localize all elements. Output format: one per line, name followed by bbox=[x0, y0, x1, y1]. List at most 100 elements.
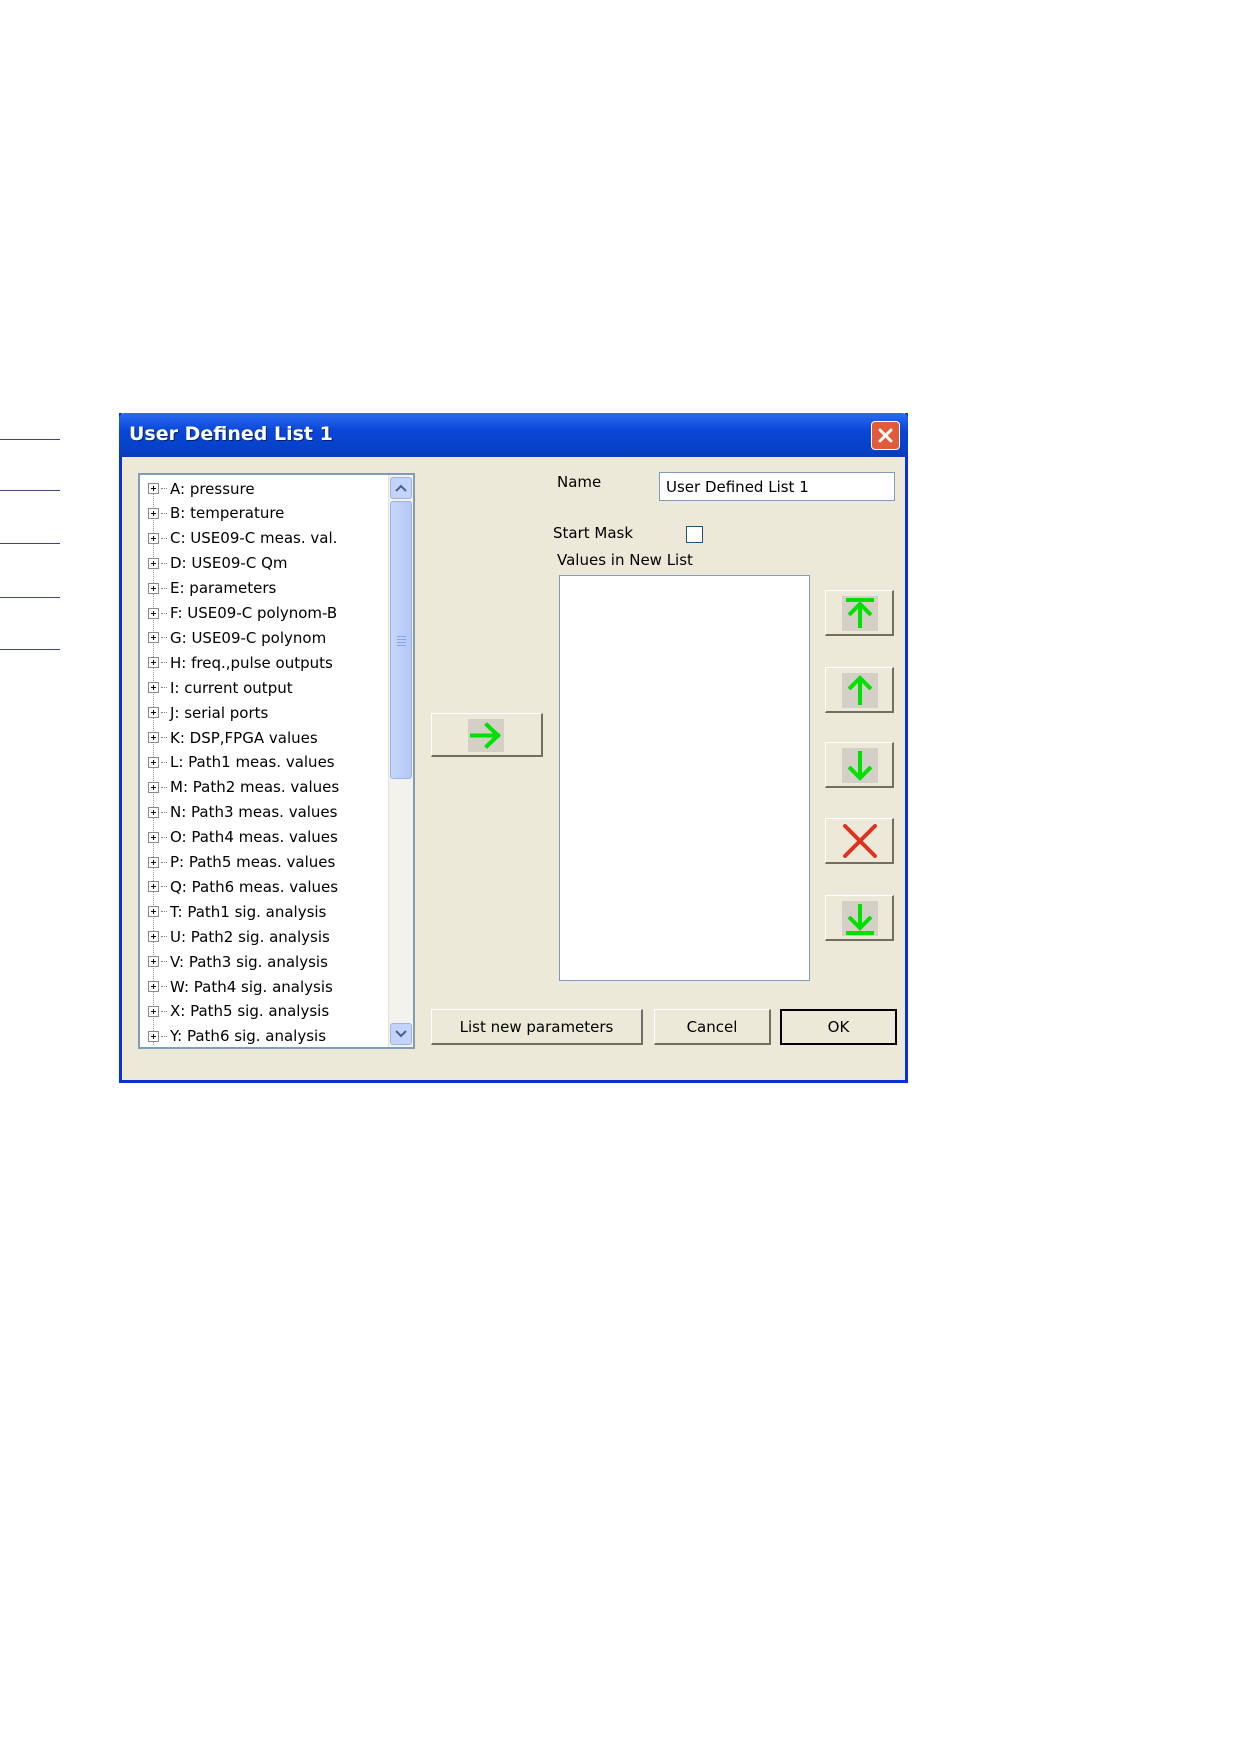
tree-item[interactable]: Y: Path6 sig. analysis bbox=[148, 1024, 326, 1047]
tree-connector bbox=[161, 662, 167, 664]
arrow-down-to-bottom-icon bbox=[846, 904, 874, 935]
expand-plus-icon[interactable] bbox=[148, 532, 159, 544]
tree-item-label: O: Path4 meas. values bbox=[170, 828, 338, 847]
expand-plus-icon[interactable] bbox=[148, 1005, 159, 1017]
tree-item-label: C: USE09-C meas. val. bbox=[170, 529, 338, 548]
tree-connector bbox=[161, 587, 167, 589]
scroll-down-button[interactable] bbox=[390, 1023, 412, 1045]
move-to-bottom-button[interactable] bbox=[825, 895, 894, 941]
move-down-button[interactable] bbox=[825, 742, 894, 788]
tree-item[interactable]: M: Path2 meas. values bbox=[148, 775, 339, 800]
tree-item[interactable]: B: temperature bbox=[148, 501, 284, 526]
tree-connector bbox=[161, 737, 167, 738]
expand-plus-icon[interactable] bbox=[148, 931, 159, 943]
tree-item[interactable]: O: Path4 meas. values bbox=[148, 825, 338, 850]
expand-plus-icon[interactable] bbox=[148, 881, 159, 893]
tree-item[interactable]: D: USE09-C Qm bbox=[148, 551, 288, 576]
values-in-new-list-label: Values in New List bbox=[557, 551, 693, 569]
arrow-right-icon bbox=[470, 722, 501, 749]
delete-button[interactable] bbox=[825, 818, 894, 864]
tree-item[interactable]: K: DSP,FPGA values bbox=[148, 725, 318, 750]
expand-plus-icon[interactable] bbox=[148, 707, 159, 719]
tree-item-label: A: pressure bbox=[170, 479, 255, 498]
tree-connector bbox=[161, 562, 167, 564]
tree-connector bbox=[161, 1035, 167, 1037]
tree-item[interactable]: H: freq.,pulse outputs bbox=[148, 650, 333, 675]
expand-plus-icon[interactable] bbox=[148, 906, 159, 918]
expand-plus-icon[interactable] bbox=[148, 781, 159, 793]
tree-item-label: H: freq.,pulse outputs bbox=[170, 653, 333, 672]
expand-plus-icon[interactable] bbox=[148, 756, 159, 768]
values-in-new-list[interactable] bbox=[559, 575, 810, 981]
expand-plus-icon[interactable] bbox=[148, 557, 159, 569]
tree-item-label: I: current output bbox=[170, 678, 293, 697]
tree-item[interactable]: U: Path2 sig. analysis bbox=[148, 924, 330, 949]
expand-plus-icon[interactable] bbox=[148, 732, 159, 743]
tree-item-label: T: Path1 sig. analysis bbox=[170, 902, 327, 921]
move-up-button[interactable] bbox=[825, 667, 894, 713]
title-bar[interactable]: User Defined List 1 bbox=[119, 413, 908, 457]
list-new-parameters-button[interactable]: List new parameters bbox=[431, 1009, 643, 1045]
expand-plus-icon[interactable] bbox=[148, 483, 159, 494]
tree-connector bbox=[161, 761, 167, 763]
tree-item[interactable]: C: USE09-C meas. val. bbox=[148, 526, 337, 551]
scroll-up-button[interactable] bbox=[390, 477, 412, 499]
tree-item-label: X: Path5 sig. analysis bbox=[170, 1002, 330, 1021]
expand-plus-icon[interactable] bbox=[148, 507, 159, 519]
expand-plus-icon[interactable] bbox=[148, 682, 159, 694]
ok-button[interactable]: OK bbox=[780, 1009, 897, 1045]
tree-connector bbox=[161, 861, 167, 863]
expand-plus-icon[interactable] bbox=[148, 806, 159, 818]
tree-item[interactable]: V: Path3 sig. analysis bbox=[148, 949, 328, 974]
tree-item-label: M: Path2 meas. values bbox=[170, 778, 340, 797]
tree-connector bbox=[161, 687, 167, 689]
parameter-tree[interactable]: A: pressure B: temperature C: USE09-C meas… bbox=[138, 473, 415, 1049]
expand-plus-icon[interactable] bbox=[148, 657, 159, 669]
scroll-thumb[interactable] bbox=[390, 501, 412, 779]
expand-plus-icon[interactable] bbox=[148, 831, 159, 843]
tree-item[interactable]: P: Path5 meas. values bbox=[148, 850, 335, 875]
expand-plus-icon[interactable] bbox=[148, 981, 159, 992]
name-label: Name bbox=[557, 473, 602, 491]
expand-plus-icon[interactable] bbox=[148, 607, 159, 619]
tree-scrollbar[interactable] bbox=[388, 475, 413, 1047]
tree-item-label: E: parameters bbox=[170, 579, 277, 598]
tree-item[interactable]: Q: Path6 meas. values bbox=[148, 874, 338, 899]
tree-item[interactable]: L: Path1 meas. values bbox=[148, 750, 335, 775]
close-button[interactable] bbox=[871, 421, 900, 450]
tree-item-label: Q: Path6 meas. values bbox=[170, 877, 339, 896]
tree-item[interactable]: N: Path3 meas. values bbox=[148, 800, 337, 825]
tree-connector bbox=[161, 537, 167, 539]
start-mask-checkbox[interactable] bbox=[686, 526, 703, 543]
chevron-up-icon bbox=[395, 484, 407, 492]
dialog-title: User Defined List 1 bbox=[129, 423, 333, 445]
tree-item[interactable]: T: Path1 sig. analysis bbox=[148, 899, 326, 924]
tree-item[interactable]: F: USE09-C polynom-B bbox=[148, 601, 337, 626]
tree-item[interactable]: G: USE09-C polynom bbox=[148, 625, 326, 650]
tree-item-label: G: USE09-C polynom bbox=[170, 628, 327, 647]
cancel-button[interactable]: Cancel bbox=[654, 1009, 771, 1045]
tree-item-label: V: Path3 sig. analysis bbox=[170, 952, 328, 971]
arrow-up-icon bbox=[847, 675, 873, 705]
margin-rule-1 bbox=[0, 439, 60, 440]
expand-plus-icon[interactable] bbox=[148, 582, 159, 594]
expand-plus-icon[interactable] bbox=[148, 632, 159, 644]
name-input[interactable] bbox=[659, 472, 895, 501]
tree-item[interactable]: E: parameters bbox=[148, 576, 276, 601]
expand-plus-icon[interactable] bbox=[148, 856, 159, 868]
tree-item-label: L: Path1 meas. values bbox=[170, 753, 335, 772]
expand-plus-icon[interactable] bbox=[148, 1030, 159, 1042]
tree-item[interactable]: X: Path5 sig. analysis bbox=[148, 999, 329, 1024]
tree-connector bbox=[161, 836, 167, 838]
expand-plus-icon[interactable] bbox=[148, 956, 159, 968]
tree-item[interactable]: A: pressure bbox=[148, 476, 255, 501]
tree-item[interactable]: J: serial ports bbox=[148, 700, 268, 725]
delete-x-icon bbox=[843, 824, 877, 858]
add-to-list-button[interactable] bbox=[431, 713, 543, 757]
tree-item-label: B: temperature bbox=[170, 504, 285, 523]
tree-item-label: J: serial ports bbox=[170, 703, 269, 722]
move-to-top-button[interactable] bbox=[825, 590, 894, 636]
tree-item[interactable]: W: Path4 sig. analysis bbox=[148, 974, 333, 999]
tree-item[interactable]: I: current output bbox=[148, 675, 293, 700]
tree-item-label: K: DSP,FPGA values bbox=[170, 728, 318, 747]
